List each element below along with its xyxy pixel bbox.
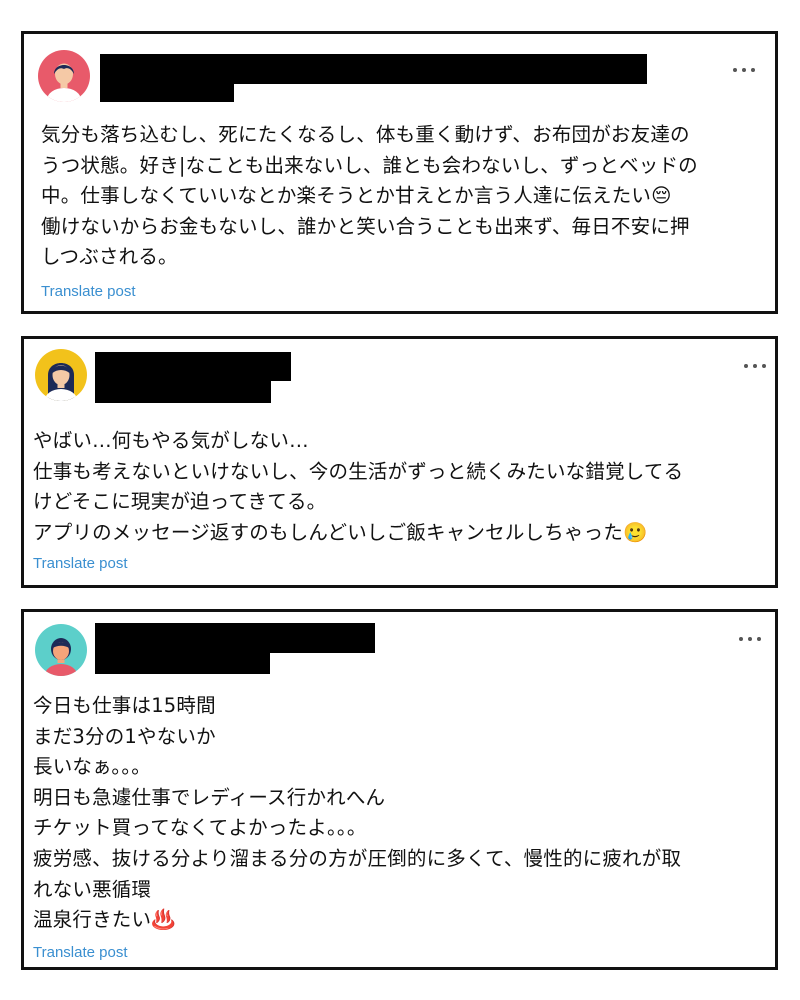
more-horizontal-icon[interactable]: [733, 66, 755, 74]
post-card: やばい…何もやる気がしない… 仕事も考えないといけないし、今の生活がずっと続くみ…: [21, 336, 778, 588]
redacted-handle: [95, 379, 271, 403]
translate-post-link[interactable]: Translate post: [41, 283, 136, 300]
redacted-username: [95, 352, 291, 381]
post-card: 気分も落ち込むし、死にたくなるし、体も重く動けず、お布団がお友達の うつ状態。好…: [21, 31, 778, 314]
post-text: 今日も仕事は15時間 まだ3分の1やないか 長いなぁ。。。 明日も急遽仕事でレデ…: [33, 694, 682, 932]
redacted-handle: [100, 80, 234, 102]
more-horizontal-icon[interactable]: [739, 635, 761, 643]
redacted-username: [95, 623, 375, 653]
avatar-person-icon: [35, 624, 87, 676]
avatar-person-icon: [35, 349, 87, 401]
post-text: 気分も落ち込むし、死にたくなるし、体も重く動けず、お布団がお友達の うつ状態。好…: [41, 123, 698, 268]
redacted-handle: [95, 650, 270, 674]
post-text: やばい…何もやる気がしない… 仕事も考えないといけないし、今の生活がずっと続くみ…: [33, 429, 684, 544]
avatar[interactable]: [35, 349, 87, 401]
avatar[interactable]: [38, 50, 90, 102]
translate-post-link[interactable]: Translate post: [33, 555, 128, 572]
more-horizontal-icon[interactable]: [744, 362, 766, 370]
translate-post-link[interactable]: Translate post: [33, 944, 128, 961]
avatar[interactable]: [35, 624, 87, 676]
post-card: 今日も仕事は15時間 まだ3分の1やないか 長いなぁ。。。 明日も急遽仕事でレデ…: [21, 609, 778, 970]
avatar-person-icon: [38, 50, 90, 102]
